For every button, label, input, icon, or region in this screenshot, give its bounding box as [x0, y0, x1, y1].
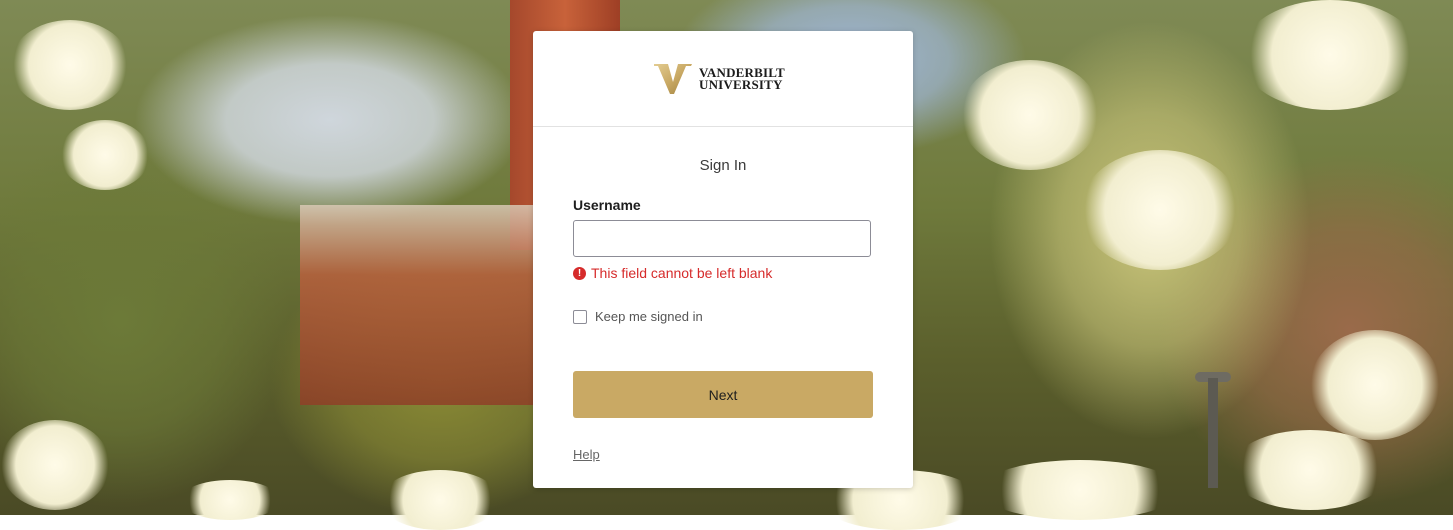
- sign-in-card: VANDERBILT UNIVERSITY Sign In Username !…: [533, 31, 913, 488]
- background-blossom: [10, 20, 130, 110]
- vanderbilt-v-icon: [654, 64, 692, 94]
- logo-line-2: UNIVERSITY: [699, 77, 783, 92]
- background-blossom: [60, 120, 150, 190]
- background-blossom: [1240, 0, 1420, 110]
- background-blossom: [180, 480, 280, 520]
- background-blossom: [1230, 430, 1390, 510]
- keep-signed-in-checkbox[interactable]: [573, 309, 587, 324]
- logo-text: VANDERBILT UNIVERSITY: [699, 66, 785, 92]
- username-label: Username: [573, 197, 641, 213]
- next-button[interactable]: Next: [573, 371, 873, 418]
- username-error: ! This field cannot be left blank: [573, 265, 772, 281]
- error-text: This field cannot be left blank: [591, 265, 773, 281]
- background-blossom: [960, 60, 1100, 170]
- keep-signed-in-row[interactable]: Keep me signed in: [573, 309, 703, 324]
- background-building: [300, 205, 540, 405]
- help-link[interactable]: Help: [573, 447, 600, 462]
- background-blossom: [1080, 150, 1240, 270]
- vanderbilt-logo: VANDERBILT UNIVERSITY: [653, 62, 785, 96]
- alert-circle-icon: !: [573, 266, 586, 280]
- card-header: VANDERBILT UNIVERSITY: [533, 31, 913, 127]
- keep-signed-in-label[interactable]: Keep me signed in: [595, 309, 703, 324]
- background-blossom: [380, 470, 500, 530]
- background-blossom: [0, 420, 110, 510]
- page-title: Sign In: [699, 157, 747, 174]
- username-input[interactable]: [573, 220, 871, 257]
- background-lamp-post: [1208, 378, 1218, 488]
- background-blossom: [1310, 330, 1440, 440]
- background-blossom: [980, 460, 1180, 520]
